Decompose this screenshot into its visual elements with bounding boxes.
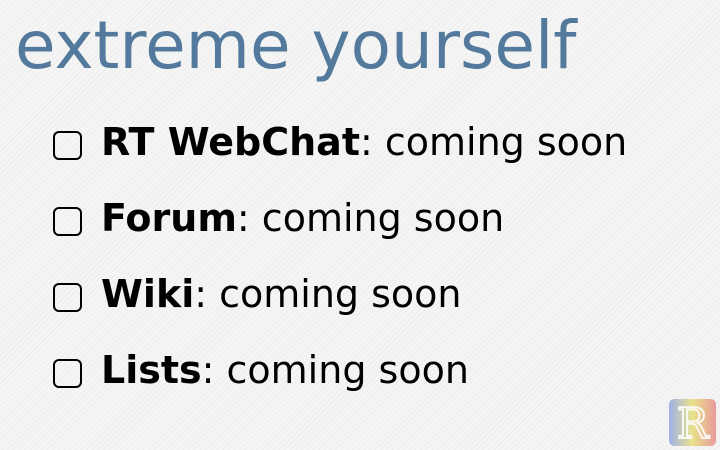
item-status: : coming soon bbox=[360, 120, 628, 164]
item-name: RT WebChat bbox=[101, 120, 360, 164]
checkbox[interactable] bbox=[53, 130, 82, 160]
checkbox[interactable] bbox=[53, 358, 82, 388]
checkbox[interactable] bbox=[53, 206, 82, 236]
item-name: Wiki bbox=[101, 272, 195, 316]
svg-text:R: R bbox=[677, 399, 710, 446]
page-title: extreme yourself bbox=[15, 7, 577, 84]
item-status: : coming soon bbox=[194, 272, 462, 316]
item-name: Lists bbox=[101, 348, 202, 392]
list-item-lists: Lists: coming soon bbox=[50, 332, 627, 408]
r-logo-icon: R bbox=[669, 399, 716, 446]
list-item-rt-webchat: RT WebChat: coming soon bbox=[50, 104, 627, 180]
checkbox[interactable] bbox=[53, 282, 82, 312]
item-name: Forum bbox=[101, 196, 237, 240]
item-status: : coming soon bbox=[236, 196, 505, 240]
feature-list: RT WebChat: coming soon Forum: coming so… bbox=[50, 104, 627, 408]
item-status: : coming soon bbox=[201, 348, 469, 392]
list-item-wiki: Wiki: coming soon bbox=[50, 256, 627, 332]
logo: R bbox=[669, 399, 716, 446]
list-item-forum: Forum: coming soon bbox=[50, 180, 627, 256]
